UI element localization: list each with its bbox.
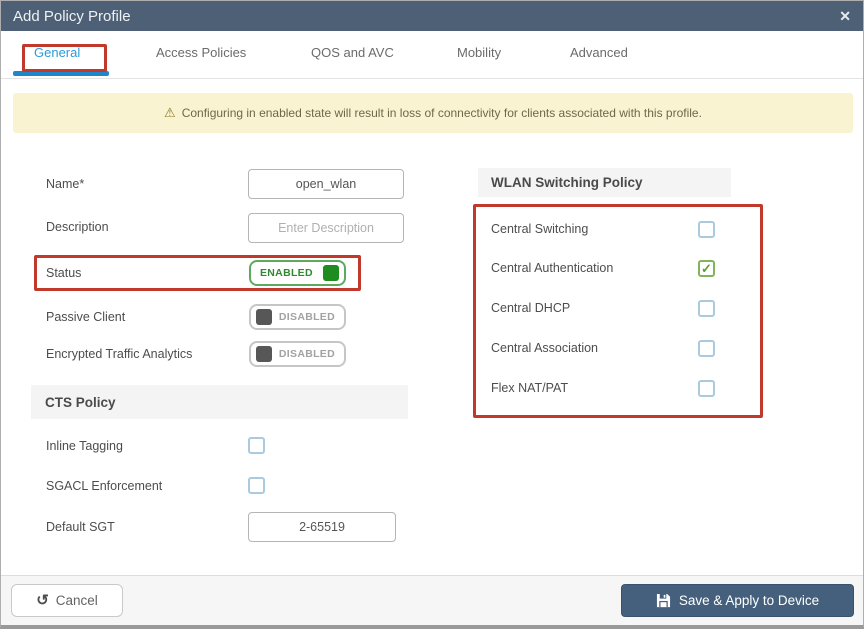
central-authentication-label: Central Authentication — [491, 259, 613, 277]
eta-toggle-label: DISABLED — [275, 348, 339, 360]
warning-banner: ⚠ Configuring in enabled state will resu… — [13, 93, 853, 133]
cancel-button-label: Cancel — [56, 593, 98, 608]
active-tab-underline — [13, 71, 109, 76]
central-association-checkbox[interactable] — [698, 340, 715, 357]
eta-toggle-knob — [256, 346, 272, 362]
default-sgt-input[interactable] — [248, 512, 396, 542]
undo-icon: ↺ — [36, 593, 49, 608]
warning-text: Configuring in enabled state will result… — [182, 106, 702, 120]
encrypted-traffic-analytics-label: Encrypted Traffic Analytics — [46, 345, 192, 363]
central-association-label: Central Association — [491, 339, 598, 357]
flex-nat-pat-label: Flex NAT/PAT — [491, 379, 568, 397]
inline-tagging-checkbox[interactable] — [248, 437, 265, 454]
name-input[interactable] — [248, 169, 404, 199]
passive-client-toggle-label: DISABLED — [275, 311, 339, 323]
tab-bar: General Access Policies QOS and AVC Mobi… — [1, 31, 863, 79]
tab-qos-and-avc[interactable]: QOS and AVC — [311, 45, 394, 60]
passive-client-toggle-knob — [256, 309, 272, 325]
wlan-switching-policy-title: WLAN Switching Policy — [491, 175, 643, 190]
tab-mobility[interactable]: Mobility — [457, 45, 501, 60]
tab-general[interactable]: General — [34, 45, 80, 60]
inline-tagging-label: Inline Tagging — [46, 437, 123, 455]
passive-client-label: Passive Client — [46, 308, 125, 326]
warning-triangle-icon: ⚠ — [164, 105, 176, 121]
dialog-footer: ↺ Cancel Save & Apply to Device — [1, 575, 863, 625]
central-switching-label: Central Switching — [491, 220, 588, 238]
sgacl-enforcement-label: SGACL Enforcement — [46, 477, 162, 495]
encrypted-traffic-analytics-toggle[interactable]: DISABLED — [249, 341, 346, 367]
central-switching-checkbox[interactable] — [698, 221, 715, 238]
cts-policy-section-header: CTS Policy — [31, 385, 408, 419]
status-toggle-knob — [323, 265, 339, 281]
cts-policy-title: CTS Policy — [45, 395, 116, 410]
tab-access-policies[interactable]: Access Policies — [156, 45, 246, 60]
passive-client-toggle[interactable]: DISABLED — [249, 304, 346, 330]
save-apply-button[interactable]: Save & Apply to Device — [621, 584, 854, 617]
central-dhcp-label: Central DHCP — [491, 299, 570, 317]
cancel-button[interactable]: ↺ Cancel — [11, 584, 123, 617]
save-apply-button-label: Save & Apply to Device — [679, 593, 819, 608]
central-dhcp-checkbox[interactable] — [698, 300, 715, 317]
default-sgt-label: Default SGT — [46, 518, 115, 536]
dialog-titlebar: Add Policy Profile ✕ — [1, 1, 863, 31]
description-label: Description — [46, 218, 109, 236]
status-toggle-label: ENABLED — [256, 267, 317, 279]
dialog-title: Add Policy Profile — [13, 8, 131, 25]
central-authentication-checkbox[interactable]: ✓ — [698, 260, 715, 277]
name-label: Name* — [46, 175, 84, 193]
sgacl-enforcement-checkbox[interactable] — [248, 477, 265, 494]
description-input[interactable] — [248, 213, 404, 243]
tab-advanced[interactable]: Advanced — [570, 45, 628, 60]
status-toggle[interactable]: ENABLED — [249, 260, 346, 286]
save-icon — [656, 593, 671, 608]
wlan-switching-policy-section-header: WLAN Switching Policy — [478, 168, 731, 197]
flex-nat-pat-checkbox[interactable] — [698, 380, 715, 397]
status-label: Status — [46, 264, 81, 282]
add-policy-profile-dialog: Add Policy Profile ✕ General Access Poli… — [0, 0, 864, 629]
close-icon[interactable]: ✕ — [839, 9, 851, 23]
